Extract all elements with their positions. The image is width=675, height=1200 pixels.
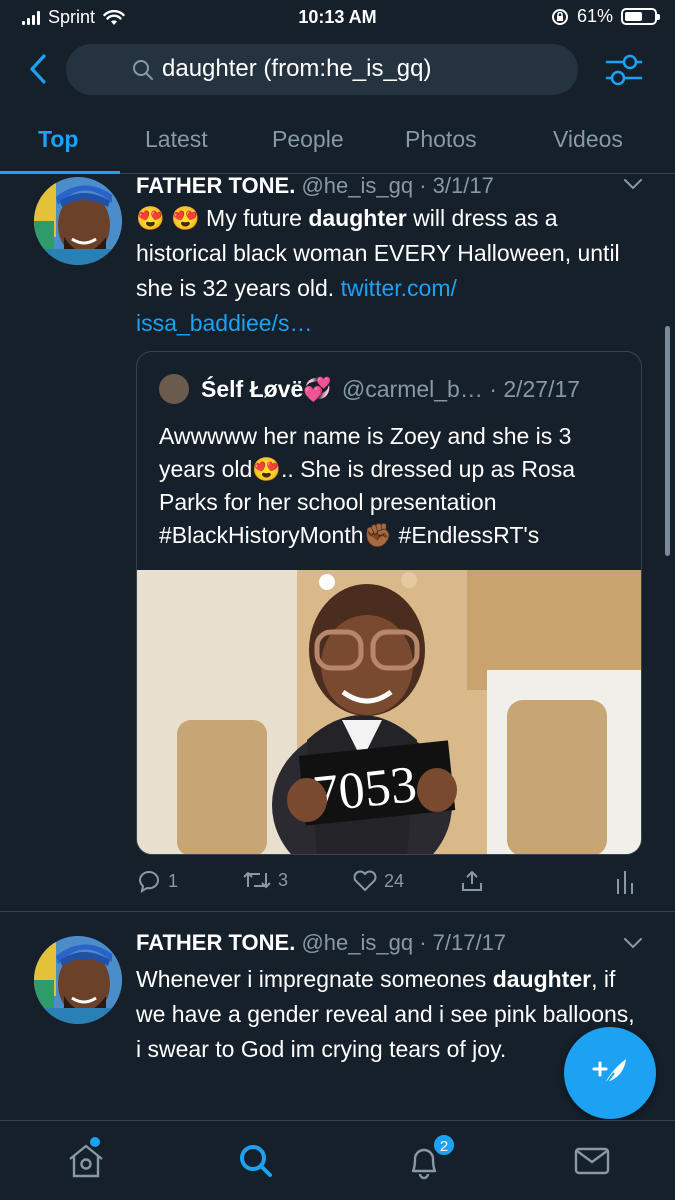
analytics-icon	[617, 871, 633, 894]
quoted-tweet-date: 2/27/17	[503, 375, 581, 402]
tab-videos[interactable]: Videos	[553, 126, 623, 153]
avatar-image	[34, 177, 122, 265]
status-bar: Sprint 10:13 AM 61%	[0, 0, 675, 34]
tweet-date[interactable]: 3/1/17	[433, 173, 494, 198]
reply-count: 1	[168, 870, 179, 891]
avatar[interactable]	[34, 177, 122, 265]
feather-plus-icon	[592, 1059, 626, 1090]
tab-latest[interactable]: Latest	[145, 126, 208, 153]
mail-icon	[574, 1147, 610, 1175]
tweet-text: 😍 😍 My future daughter will dress as a h…	[136, 205, 620, 336]
quoted-tweet-header: Śelf Łøvë💞 @carmel_b… · 2/27/17	[159, 374, 580, 404]
compose-tweet-button[interactable]	[564, 1027, 656, 1119]
author-handle[interactable]: @he_is_gq	[301, 173, 413, 198]
share-button[interactable]	[460, 869, 484, 893]
search-icon	[240, 1145, 272, 1177]
avatar-image	[34, 936, 122, 1024]
reply-button[interactable]: 1	[136, 869, 178, 893]
new-content-dot	[90, 1137, 100, 1147]
quoted-author-name: Śelf Łøvë💞	[201, 375, 332, 402]
home-icon	[69, 1144, 103, 1178]
chevron-down-icon[interactable]	[623, 177, 643, 191]
active-tab-indicator	[0, 171, 120, 174]
search-filter-button[interactable]	[605, 52, 643, 88]
search-highlight: daughter	[308, 205, 407, 231]
tab-photos[interactable]: Photos	[405, 126, 477, 153]
tab-top[interactable]: Top	[38, 126, 78, 153]
battery-level	[625, 12, 643, 21]
author-name[interactable]: FATHER TONE.	[136, 173, 295, 198]
rotation-lock-icon	[551, 8, 568, 25]
nav-search[interactable]	[236, 1141, 276, 1181]
placard-number: 7053	[310, 756, 419, 824]
tweet[interactable]: FATHER TONE. @he_is_gq · 3/1/17 😍 😍 My f…	[0, 173, 675, 911]
reply-icon	[138, 871, 160, 893]
author-name[interactable]: FATHER TONE.	[136, 930, 295, 955]
nav-notifications[interactable]: 2	[404, 1133, 456, 1181]
bottom-nav: 2	[0, 1120, 675, 1200]
search-highlight: daughter	[492, 966, 592, 992]
tweet-date[interactable]: 7/17/17	[433, 930, 506, 955]
sliders-icon	[605, 54, 643, 86]
retweet-count: 3	[278, 869, 289, 890]
tweet-text: Whenever i impregnate someones daughter,…	[136, 966, 635, 1062]
search-input[interactable]	[162, 50, 562, 88]
emoji: 😍 😍	[136, 205, 200, 231]
tab-people[interactable]: People	[272, 126, 344, 153]
chevron-down-icon[interactable]	[623, 936, 643, 950]
heart-icon	[353, 870, 377, 891]
like-count: 24	[384, 870, 405, 891]
like-button[interactable]: 24	[352, 869, 404, 893]
scrollbar[interactable]	[665, 326, 670, 556]
search-box[interactable]	[66, 44, 578, 95]
quoted-tweet[interactable]: Śelf Łøvë💞 @carmel_b… · 2/27/17 Awwwww h…	[136, 351, 642, 855]
search-row	[0, 42, 675, 97]
battery-info: 61%	[551, 6, 660, 27]
chevron-left-icon	[30, 54, 46, 84]
quoted-author-handle: @carmel_b…	[341, 375, 483, 402]
search-icon	[133, 60, 153, 80]
search-tabs: Top Latest People Photos Videos	[0, 114, 675, 174]
nav-home[interactable]	[66, 1137, 106, 1181]
quoted-avatar	[159, 374, 189, 404]
notification-badge: 2	[432, 1133, 456, 1157]
photo-image: 7053	[137, 570, 641, 854]
analytics-button[interactable]	[616, 869, 634, 895]
battery-percent: 61%	[576, 6, 613, 26]
back-button[interactable]	[24, 52, 54, 86]
battery-icon	[621, 8, 660, 25]
share-icon	[462, 870, 482, 891]
nav-messages[interactable]	[572, 1141, 612, 1181]
author-handle[interactable]: @he_is_gq	[301, 930, 413, 955]
avatar[interactable]	[34, 936, 122, 1024]
tweet-actions: 1 3 24	[136, 869, 636, 903]
retweet-icon	[243, 871, 271, 889]
quoted-tweet-text: Awwwww her name is Zoey and she is 3 yea…	[159, 423, 576, 548]
tweet-header: FATHER TONE. @he_is_gq · 3/1/17	[136, 173, 494, 198]
tweet-header: FATHER TONE. @he_is_gq · 7/17/17	[136, 930, 507, 955]
quoted-tweet-photo[interactable]: 7053	[137, 570, 641, 854]
retweet-button[interactable]: 3	[242, 869, 288, 891]
